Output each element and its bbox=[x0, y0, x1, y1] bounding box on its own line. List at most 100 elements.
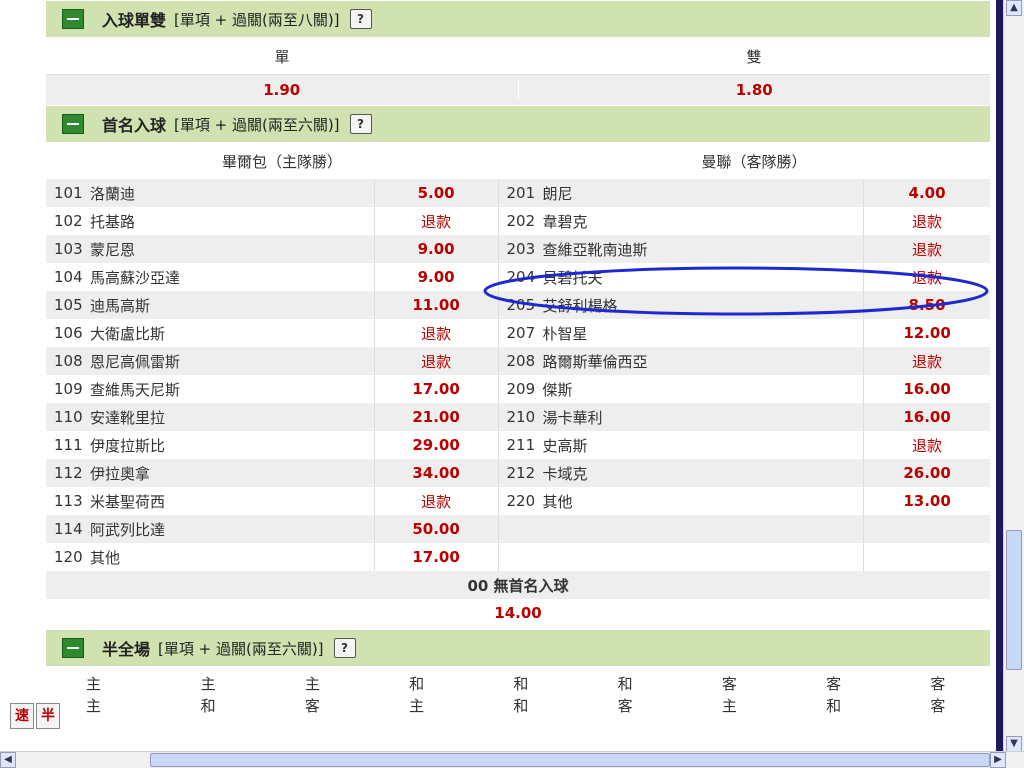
even-odds[interactable]: 1.80 bbox=[519, 81, 991, 99]
away-player-odds[interactable] bbox=[864, 543, 990, 571]
player-number: 211 bbox=[506, 436, 536, 454]
away-player-odds[interactable]: 退款 bbox=[864, 207, 990, 235]
halftime-result: 和 bbox=[409, 675, 425, 693]
player-number: 105 bbox=[54, 296, 83, 314]
home-player-odds[interactable]: 17.00 bbox=[375, 375, 499, 403]
home-player-odds[interactable]: 17.00 bbox=[375, 543, 499, 571]
fulltime-result: 客 bbox=[304, 697, 320, 715]
away-player-odds[interactable]: 退款 bbox=[864, 235, 990, 263]
collapse-button[interactable] bbox=[62, 638, 84, 658]
away-player-odds[interactable]: 4.00 bbox=[864, 179, 990, 207]
collapse-button[interactable] bbox=[62, 114, 84, 134]
player-number: 106 bbox=[54, 324, 83, 342]
player-number: 210 bbox=[506, 408, 536, 426]
horizontal-scrollbar[interactable]: ◀ ▶ bbox=[0, 751, 1024, 768]
player-number: 205 bbox=[506, 296, 536, 314]
help-icon[interactable]: ? bbox=[349, 114, 372, 134]
home-player-odds[interactable]: 9.00 bbox=[375, 263, 499, 291]
quick-tag-speed[interactable]: 速 bbox=[10, 703, 34, 729]
home-player-odds[interactable]: 29.00 bbox=[375, 431, 499, 459]
player-number: 113 bbox=[54, 492, 83, 510]
home-player-odds[interactable]: 退款 bbox=[375, 487, 499, 515]
home-player: 120 其他 bbox=[46, 543, 375, 571]
player-name: 伊拉奧拿 bbox=[90, 464, 151, 483]
home-player-odds[interactable]: 34.00 bbox=[375, 459, 499, 487]
player-name: 洛蘭迪 bbox=[90, 184, 136, 203]
home-player-odds[interactable]: 11.00 bbox=[375, 291, 499, 319]
scroll-right-icon[interactable]: ▶ bbox=[990, 752, 1006, 768]
away-player-odds[interactable]: 26.00 bbox=[864, 459, 990, 487]
no-first-scorer-label: 00 無首名入球 bbox=[46, 571, 990, 599]
scroll-down-icon[interactable]: ▼ bbox=[1006, 736, 1022, 752]
player-number: 220 bbox=[506, 492, 536, 510]
vertical-scrollbar[interactable]: ▲ ▼ bbox=[1003, 0, 1024, 752]
away-player-odds[interactable]: 13.00 bbox=[864, 487, 990, 515]
table-row: 101 洛蘭迪 5.00 201 朗尼 4.00 bbox=[46, 179, 990, 207]
vertical-scroll-thumb[interactable] bbox=[1006, 530, 1022, 670]
section-subtitle: [單項 + 過關(兩至六關)] bbox=[174, 115, 340, 134]
table-row: 112 伊拉奧拿 34.00 212 卡域克 26.00 bbox=[46, 459, 990, 487]
quick-tag-half[interactable]: 半 bbox=[36, 703, 60, 729]
away-player: 202 韋碧克 bbox=[499, 207, 865, 235]
home-player-odds[interactable]: 5.00 bbox=[375, 179, 499, 207]
oddeven-column-headers: 單 雙 bbox=[46, 38, 990, 75]
away-player: 208 路爾斯華倫西亞 bbox=[499, 347, 865, 375]
firstscorer-header: 首名入球 [單項 + 過關(兩至六關)] ? bbox=[46, 105, 990, 143]
help-icon[interactable]: ? bbox=[333, 638, 356, 658]
home-player-odds[interactable]: 21.00 bbox=[375, 403, 499, 431]
player-name: 朗尼 bbox=[542, 184, 573, 203]
away-player: 209 傑斯 bbox=[499, 375, 865, 403]
player-number: 204 bbox=[506, 268, 536, 286]
home-player: 108 恩尼高佩雷斯 bbox=[46, 347, 375, 375]
player-name: 查維馬天尼斯 bbox=[90, 380, 181, 399]
away-player-odds[interactable]: 退款 bbox=[864, 431, 990, 459]
away-player-odds[interactable]: 8.50 bbox=[864, 291, 990, 319]
oddeven-odds-row: 1.90 1.80 bbox=[46, 75, 990, 105]
player-number: 110 bbox=[54, 408, 83, 426]
odd-odds[interactable]: 1.90 bbox=[46, 81, 519, 99]
scroll-up-icon[interactable]: ▲ bbox=[1006, 0, 1022, 16]
halftime-result: 客 bbox=[721, 675, 737, 693]
home-player: 114 阿武列比達 bbox=[46, 515, 375, 543]
collapse-button[interactable] bbox=[62, 9, 84, 29]
scorer-table: 101 洛蘭迪 5.00 201 朗尼 4.00 102 托基路 退款 202 韋碧克 退款 103 蒙尼… bbox=[46, 179, 990, 571]
home-player: 112 伊拉奧拿 bbox=[46, 459, 375, 487]
halftime-result: 和 bbox=[513, 675, 529, 693]
home-player-odds[interactable]: 50.00 bbox=[375, 515, 499, 543]
away-player-odds[interactable]: 16.00 bbox=[864, 375, 990, 403]
away-player: 211 史高斯 bbox=[499, 431, 865, 459]
home-player: 109 查維馬天尼斯 bbox=[46, 375, 375, 403]
fulltime-result: 主 bbox=[86, 697, 102, 715]
horizontal-scroll-thumb[interactable] bbox=[150, 753, 990, 767]
section-title: 入球單雙 bbox=[102, 11, 167, 30]
team-headers: 畢爾包（主隊勝） 曼聯（客隊勝） bbox=[46, 143, 990, 179]
table-row: 111 伊度拉斯比 29.00 211 史高斯 退款 bbox=[46, 431, 990, 459]
player-name: 查維亞靴南迪斯 bbox=[542, 240, 648, 259]
away-player-odds[interactable]: 退款 bbox=[864, 347, 990, 375]
help-icon[interactable]: ? bbox=[349, 9, 372, 29]
home-player-odds[interactable]: 退款 bbox=[375, 347, 499, 375]
home-player: 113 米基聖荷西 bbox=[46, 487, 375, 515]
halffull-column: 主和 bbox=[156, 667, 260, 723]
home-player: 104 馬高蘇沙亞達 bbox=[46, 263, 375, 291]
halffull-column: 和和 bbox=[469, 667, 573, 723]
away-player-odds[interactable] bbox=[864, 515, 990, 543]
home-player-odds[interactable]: 退款 bbox=[375, 319, 499, 347]
home-player-odds[interactable]: 退款 bbox=[375, 207, 499, 235]
table-row: 109 查維馬天尼斯 17.00 209 傑斯 16.00 bbox=[46, 375, 990, 403]
away-team-header: 曼聯（客隊勝） bbox=[701, 152, 807, 171]
player-number: 109 bbox=[54, 380, 83, 398]
scroll-left-icon[interactable]: ◀ bbox=[0, 752, 16, 768]
player-name: 韋碧克 bbox=[542, 212, 588, 231]
home-player-odds[interactable]: 9.00 bbox=[375, 235, 499, 263]
away-player-odds[interactable]: 16.00 bbox=[864, 403, 990, 431]
home-player: 103 蒙尼恩 bbox=[46, 235, 375, 263]
halffull-column: 客客 bbox=[886, 667, 990, 723]
table-row: 106 大衛盧比斯 退款 207 朴智星 12.00 bbox=[46, 319, 990, 347]
section-title: 半全場 bbox=[102, 640, 151, 659]
table-row: 103 蒙尼恩 9.00 203 查維亞靴南迪斯 退款 bbox=[46, 235, 990, 263]
away-player-odds[interactable]: 12.00 bbox=[864, 319, 990, 347]
halffull-columns: 主主主和主客和主和和和客客主客和客客 bbox=[46, 667, 990, 723]
away-player-odds[interactable]: 退款 bbox=[864, 263, 990, 291]
no-first-scorer-odds[interactable]: 14.00 bbox=[46, 599, 990, 627]
